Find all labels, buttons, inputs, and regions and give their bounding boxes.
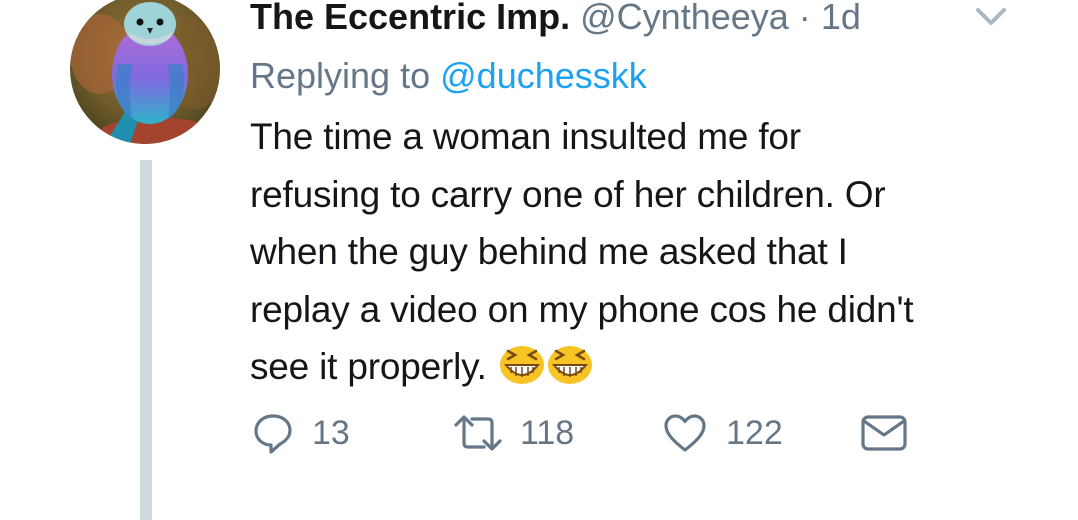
reply-button[interactable]: 13 <box>252 408 350 458</box>
tweet-timestamp[interactable]: 1d <box>821 0 861 37</box>
retweet-button[interactable]: 118 <box>452 408 574 458</box>
thread-connector-line <box>140 160 152 520</box>
retweet-count: 118 <box>520 414 575 452</box>
author-handle[interactable]: @Cyntheeya <box>580 0 789 37</box>
header-separator: · <box>798 0 811 37</box>
replying-to-line: Replying to @duchesskk <box>250 52 647 100</box>
tweet-text-line: replay a video on my phone cos he didn't <box>250 288 914 330</box>
tweet-text-last-line: see it properly. <box>250 338 1040 396</box>
tweet-text-line: see it properly. <box>250 346 487 387</box>
reply-count: 13 <box>312 414 350 452</box>
tweet-header: The Eccentric Imp. @Cyntheeya · 1d <box>250 0 861 42</box>
like-count: 122 <box>726 414 783 452</box>
replying-to-mention[interactable]: @duchesskk <box>440 55 647 96</box>
tweet-text: The time a woman insulted me for refusin… <box>250 108 1040 396</box>
replying-to-label: Replying to <box>250 55 431 96</box>
direct-message-button[interactable] <box>860 408 908 458</box>
reply-icon <box>252 412 294 454</box>
tweet-text-line: The time a woman insulted me for <box>250 116 801 157</box>
grinning-squinting-face-icon <box>499 344 545 384</box>
retweet-icon <box>452 413 504 453</box>
chevron-down-icon[interactable] <box>974 4 1008 30</box>
tweet-text-line: refusing to carry one of her children. O… <box>250 173 886 215</box>
grinning-squinting-face-icon <box>547 344 593 384</box>
tweet-actions-bar: 13 118 122 <box>0 408 1078 458</box>
author-display-name[interactable]: The Eccentric Imp. <box>250 0 570 37</box>
heart-icon <box>662 412 708 454</box>
envelope-icon <box>860 413 908 453</box>
author-avatar[interactable] <box>70 0 220 144</box>
tweet-text-line: when the guy behind me asked that I <box>250 231 848 272</box>
like-button[interactable]: 122 <box>662 408 783 458</box>
